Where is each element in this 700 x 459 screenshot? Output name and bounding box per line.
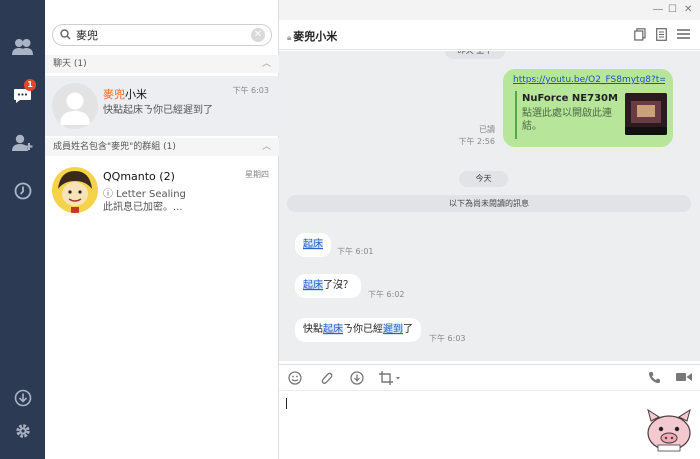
avatar xyxy=(52,83,98,129)
group-name: QQmanto (2) xyxy=(103,170,175,183)
add-friend-icon[interactable] xyxy=(12,132,33,153)
incoming-message[interactable]: 快點起床ㄋ你已經遲到了 xyxy=(295,318,421,342)
message-list[interactable]: 昨天 上午 https://youtu.be/O2_FS8mytg8?t=49 … xyxy=(279,51,700,361)
friends-icon[interactable] xyxy=(12,36,33,57)
composer-toolbar xyxy=(279,364,700,391)
unread-divider: 以下為尚未閱讀的訊息 xyxy=(287,195,691,212)
group-avatar xyxy=(52,167,98,213)
read-receipt: 已讀 xyxy=(479,125,495,134)
preview-description: 點選此處以開啟此連結。 xyxy=(522,108,612,132)
section-title: 聊天 (1) xyxy=(53,59,87,69)
chevron-up-icon[interactable]: ︿ xyxy=(262,138,271,156)
notes-icon[interactable] xyxy=(656,28,667,44)
today-divider: 今天 xyxy=(459,171,508,187)
link-preview-card[interactable]: NuForce NE730M... 點選此處以開啟此連結。 xyxy=(515,91,667,139)
voice-call-icon[interactable] xyxy=(648,371,661,387)
video-thumbnail xyxy=(625,93,667,135)
chats-icon[interactable]: 1 xyxy=(12,79,36,106)
screenshot-crop-icon[interactable] xyxy=(379,371,401,388)
chat-panel: ― ☐ ✕ 🔒︎麥兜小米 昨天 上午 https://youtu.be/O2_F… xyxy=(279,0,700,459)
copy-icon[interactable] xyxy=(634,28,646,44)
message-input[interactable] xyxy=(279,392,700,459)
message-time: 下午 6:01 xyxy=(337,247,374,256)
lock-icon: 🔒︎ xyxy=(287,33,292,42)
chat-result-item[interactable]: 麥兜小米 快點起床ㄋ你已經遲到了 下午 6:03 xyxy=(45,76,279,136)
text-caret xyxy=(286,398,287,409)
video-call-icon[interactable] xyxy=(676,371,692,386)
section-header-chats[interactable]: 聊天 (1) ︿ xyxy=(45,55,279,73)
message-time: 下午 2:56 xyxy=(458,137,495,146)
timestamp: 星期四 xyxy=(245,170,269,179)
left-rail: 1 xyxy=(0,0,45,459)
close-button[interactable]: ✕ xyxy=(684,4,692,15)
section-header-groups[interactable]: 成員姓名包含"麥兜"的群組 (1) ︿ xyxy=(45,138,279,156)
group-result-item[interactable]: QQmanto (2) ⓘ Letter Sealing 此訊息已加密。... … xyxy=(45,160,279,220)
incoming-message[interactable]: 起床 xyxy=(295,233,331,257)
chat-title: 🔒︎ 麥兜小米 xyxy=(287,30,338,43)
youtube-link[interactable]: https://youtu.be/O2_FS8mytg8?t=49 xyxy=(513,75,665,85)
date-divider: 昨天 上午 xyxy=(445,51,505,59)
emoji-icon[interactable] xyxy=(288,371,302,388)
unread-badge: 1 xyxy=(24,79,36,91)
search-icon xyxy=(60,29,71,43)
message-time: 下午 6:02 xyxy=(368,290,405,299)
preview-title: NuForce NE730M... xyxy=(522,93,618,104)
encrypted-message-preview: 此訊息已加密。... xyxy=(103,202,183,213)
clear-search-icon[interactable]: ✕ xyxy=(251,28,265,42)
last-message-preview: 快點起床ㄋ你已經遲到了 xyxy=(103,105,213,116)
menu-icon[interactable] xyxy=(677,28,690,43)
pig-mascot-logo xyxy=(644,405,694,455)
contact-name: 麥兜小米 xyxy=(103,88,147,101)
search-input[interactable] xyxy=(76,27,246,43)
attach-icon[interactable] xyxy=(319,371,333,388)
history-icon[interactable] xyxy=(12,180,33,201)
save-download-icon[interactable] xyxy=(350,371,364,388)
message-time: 下午 6:03 xyxy=(429,334,466,343)
timestamp: 下午 6:03 xyxy=(232,86,269,95)
search-results-panel: ✕ 聊天 (1) ︿ 麥兜小米 快點起床ㄋ你已經遲到了 下午 6:03 成員姓名… xyxy=(45,0,279,459)
settings-icon[interactable] xyxy=(12,420,33,441)
outgoing-link-message[interactable]: https://youtu.be/O2_FS8mytg8?t=49 NuForc… xyxy=(503,69,673,147)
minimize-button[interactable]: ― xyxy=(653,4,663,15)
download-icon[interactable] xyxy=(12,387,33,408)
incoming-message[interactable]: 起床了沒？ xyxy=(295,274,361,298)
chat-header: 🔒︎ 麥兜小米 xyxy=(279,20,700,50)
search-box[interactable]: ✕ xyxy=(52,24,272,46)
section-title: 成員姓名包含"麥兜"的群組 (1) xyxy=(53,142,176,152)
chevron-up-icon[interactable]: ︿ xyxy=(262,55,271,73)
window-title-bar: ― ☐ ✕ xyxy=(279,0,700,20)
maximize-button[interactable]: ☐ xyxy=(668,4,677,15)
